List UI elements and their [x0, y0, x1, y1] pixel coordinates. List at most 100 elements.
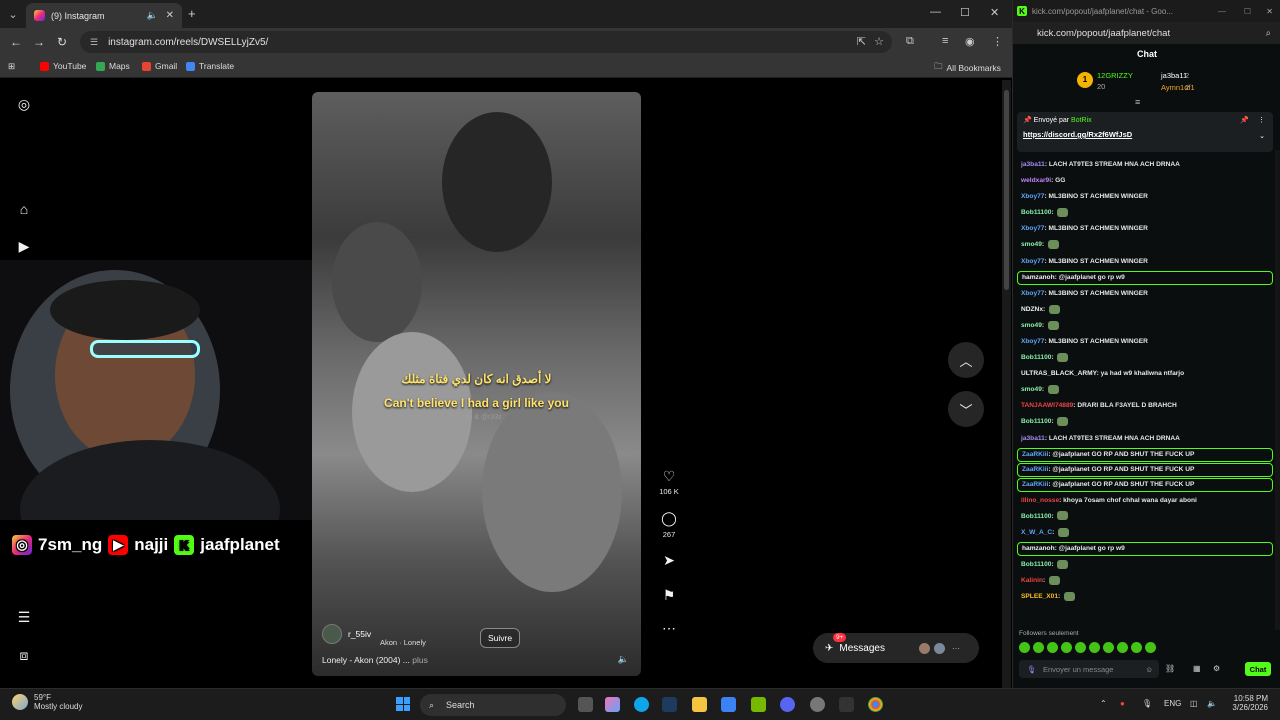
chat-username[interactable]: Xboy77 — [1021, 290, 1044, 297]
chat-username[interactable]: weldxar9i — [1021, 177, 1051, 184]
tab-close-icon[interactable]: ✕ — [166, 10, 174, 21]
avatar[interactable] — [322, 624, 342, 644]
chat-username[interactable]: ULTRAS_BLACK_ARMY — [1021, 370, 1097, 377]
chat-username[interactable]: ZaaRKiii — [1022, 451, 1048, 458]
chat-username[interactable]: TANJAAWI74889 — [1021, 402, 1073, 409]
chat-username[interactable]: Xboy77 — [1021, 225, 1044, 232]
capcut-icon[interactable] — [839, 697, 854, 712]
gift-user-2[interactable]: ja3ba11 — [1161, 71, 1201, 80]
tray-app-icon[interactable]: ● — [1120, 699, 1125, 708]
microphone-icon[interactable]: 🎙 — [1142, 699, 1152, 708]
reload-icon[interactable]: ↻ — [57, 35, 67, 49]
comment-icon[interactable]: ◯ — [660, 510, 678, 527]
taskbar-clock[interactable]: 10:58 PM 3/26/2026 — [1222, 694, 1268, 712]
more-link[interactable]: plus — [412, 655, 428, 665]
chat-username[interactable]: smo49 — [1021, 386, 1042, 393]
tab-search-icon[interactable]: ⌄ — [4, 5, 22, 23]
bookmark-gmail[interactable]: Gmail — [142, 61, 177, 71]
language-indicator[interactable]: ENG — [1164, 699, 1181, 708]
extensions-icon[interactable]: ⧉ — [906, 35, 914, 48]
bookmark-youtube[interactable]: YouTube — [40, 61, 86, 71]
page-scrollbar[interactable] — [1002, 80, 1011, 688]
chat-username[interactable]: ja3ba11 — [1021, 435, 1045, 442]
emote-icon[interactable] — [1103, 642, 1114, 653]
media-icon[interactable]: ≡ — [942, 35, 948, 47]
emote-icon[interactable] — [1145, 642, 1156, 653]
chat-username[interactable]: Bob11100 — [1021, 513, 1051, 520]
all-bookmarks[interactable]: 🗀 All Bookmarks — [934, 61, 1001, 75]
emote-icon[interactable] — [1075, 642, 1086, 653]
chat-username[interactable]: Bob11100 — [1021, 561, 1051, 568]
chat-username[interactable]: hamzanoh — [1022, 545, 1055, 552]
emote-icon[interactable] — [1117, 642, 1128, 653]
like-icon[interactable]: ♡ — [660, 468, 678, 485]
chat-input[interactable]: 🎙 Envoyer un message ☺ — [1019, 660, 1159, 678]
link-icon[interactable]: ⛓ — [1165, 664, 1175, 673]
emoji-icon[interactable]: ☺ — [1145, 665, 1153, 674]
nvidia-icon[interactable] — [751, 697, 766, 712]
volume-icon[interactable]: 🔈 — [1207, 699, 1217, 708]
meta-apps-icon[interactable]: ⧈ — [16, 647, 32, 663]
reel-author[interactable]: r_55iv — [322, 624, 371, 644]
task-view-icon[interactable] — [578, 697, 593, 712]
close-window-icon[interactable]: ✕ — [990, 6, 999, 19]
install-icon[interactable]: ⇱ — [857, 35, 866, 48]
share-icon[interactable]: ➤ — [660, 552, 678, 569]
tray-chevron-icon[interactable]: ⌃ — [1100, 699, 1107, 708]
reel-video[interactable]: لا أصدق انه كان لدي فتاة مثلك Can't beli… — [312, 92, 641, 676]
emote-icon[interactable] — [1061, 642, 1072, 653]
taskbar-search[interactable]: ⌕ Search — [420, 694, 566, 716]
mute-icon[interactable]: 🔈 — [618, 654, 629, 665]
emote-icon[interactable] — [1089, 642, 1100, 653]
url-input[interactable]: ☰ instagram.com/reels/DWSELLyjZv5/ ⇱ ☆ — [80, 31, 892, 53]
maximize-icon[interactable]: ☐ — [1244, 7, 1251, 16]
copilot-icon[interactable] — [605, 697, 620, 712]
more-menu-icon[interactable]: ☰ — [16, 609, 32, 625]
chat-username[interactable]: Kalinin — [1021, 577, 1043, 584]
start-button-icon[interactable] — [396, 697, 410, 711]
search-icon[interactable]: ⌕ — [1266, 28, 1271, 39]
chat-username[interactable]: ja3ba11 — [1021, 161, 1045, 168]
app-icon[interactable] — [810, 697, 825, 712]
chat-username[interactable]: Bob11100 — [1021, 354, 1051, 361]
close-window-icon[interactable]: ✕ — [1266, 7, 1273, 16]
bookmark-star-icon[interactable]: ☆ — [874, 35, 884, 48]
gift-top-user[interactable]: 12GRIZZY — [1097, 71, 1133, 80]
forward-icon[interactable]: → — [33, 35, 45, 49]
chat-username[interactable]: ZaaRKiii — [1022, 481, 1048, 488]
menu-icon[interactable]: ⋮ — [992, 35, 1003, 48]
emote-icon[interactable] — [1047, 642, 1058, 653]
chat-username[interactable]: Bob11100 — [1021, 418, 1051, 425]
new-tab-icon[interactable]: + — [188, 6, 196, 21]
instagram-logo-icon[interactable]: ◎ — [16, 96, 32, 112]
chat-username[interactable]: hamzanoh — [1022, 274, 1055, 281]
kick-url-bar[interactable]: kick.com/popout/jaafplanet/chat ⌕ — [1013, 22, 1280, 44]
timer-icon[interactable]: ▦ — [1193, 664, 1201, 673]
emote-icon[interactable] — [1131, 642, 1142, 653]
steam-icon[interactable] — [662, 697, 677, 712]
maximize-icon[interactable]: ☐ — [960, 6, 970, 19]
tab-audio-icon[interactable]: 🔈 — [147, 10, 158, 21]
chat-username[interactable]: smo49 — [1021, 322, 1042, 329]
microphone-icon[interactable]: 🎙 — [1027, 665, 1037, 674]
chat-username[interactable]: NDZNx — [1021, 306, 1043, 313]
unpin-icon[interactable]: 📌 — [1240, 116, 1249, 124]
network-icon[interactable]: ◫ — [1190, 699, 1198, 708]
pinned-user[interactable]: BotRix — [1071, 117, 1092, 124]
chat-username[interactable]: Xboy77 — [1021, 258, 1044, 265]
chevron-down-icon[interactable]: ⌄ — [1259, 132, 1265, 140]
follow-button[interactable]: Suivre — [480, 628, 521, 648]
reels-icon[interactable]: ▶ — [16, 238, 32, 254]
file-explorer-icon[interactable] — [692, 697, 707, 712]
discord-icon[interactable] — [780, 697, 795, 712]
send-chat-button[interactable]: Chat — [1245, 662, 1271, 676]
edge-icon[interactable] — [634, 697, 649, 712]
site-info-icon[interactable]: ☰ — [90, 37, 98, 48]
back-icon[interactable]: ← — [10, 35, 22, 49]
minimize-icon[interactable]: — — [930, 6, 941, 18]
next-reel-button[interactable]: ﹀ — [948, 391, 984, 427]
chat-username[interactable]: ZaaRKiii — [1022, 466, 1048, 473]
chat-username[interactable]: X_W_A_C — [1021, 529, 1052, 536]
minimize-icon[interactable]: — — [1218, 7, 1226, 16]
chat-username[interactable]: Bob11100 — [1021, 209, 1051, 216]
